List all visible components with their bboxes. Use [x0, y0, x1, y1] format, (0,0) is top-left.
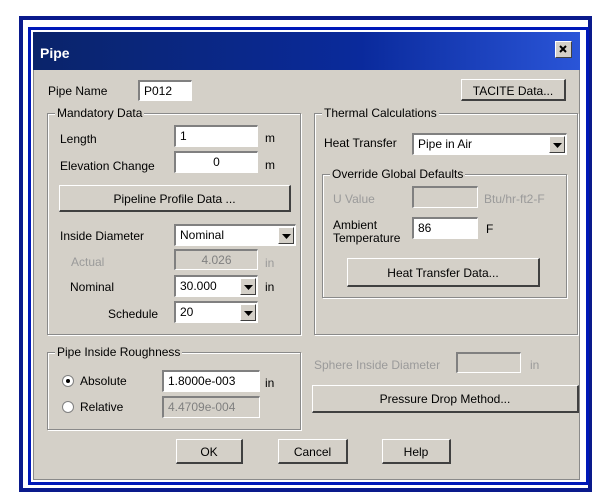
- ambient-label-line1: Ambient: [333, 218, 378, 232]
- pipe-name-label: Pipe Name: [48, 84, 108, 98]
- relative-radio[interactable]: [62, 401, 74, 413]
- pipeline-profile-label: Pipeline Profile Data ...: [113, 192, 236, 206]
- help-label: Help: [403, 445, 429, 459]
- pipeline-profile-button[interactable]: Pipeline Profile Data ...: [59, 185, 291, 212]
- tacite-data-label: TACITE Data...: [472, 84, 554, 98]
- dropdown-button[interactable]: [240, 304, 256, 321]
- actual-label: Actual: [71, 255, 105, 269]
- mandatory-data-title: Mandatory Data: [55, 106, 145, 120]
- absolute-radio[interactable]: [62, 375, 74, 387]
- elevation-label: Elevation Change: [60, 159, 155, 173]
- cancel-button[interactable]: Cancel: [278, 439, 348, 464]
- nominal-select[interactable]: 30.000: [174, 275, 258, 297]
- thermal-title: Thermal Calculations: [322, 106, 439, 120]
- help-button[interactable]: Help: [382, 439, 451, 464]
- heat-transfer-value: Pipe in Air: [418, 137, 473, 151]
- actual-input: 4.026: [174, 249, 258, 270]
- dropdown-button[interactable]: [240, 278, 256, 295]
- ambient-label-line2: Temperature: [333, 231, 401, 245]
- actual-unit: in: [265, 256, 275, 270]
- ambient-unit: F: [486, 222, 494, 236]
- elevation-input[interactable]: 0: [174, 151, 258, 173]
- schedule-value: 20: [180, 305, 194, 319]
- ambient-temperature-input[interactable]: 86: [412, 217, 478, 239]
- pressure-drop-button[interactable]: Pressure Drop Method...: [312, 385, 579, 413]
- relative-input: 4.4709e-004: [162, 396, 260, 418]
- absolute-input[interactable]: 1.8000e-003: [162, 370, 260, 392]
- nominal-unit: in: [265, 280, 275, 294]
- chevron-down-icon: [282, 234, 291, 239]
- ok-button[interactable]: OK: [176, 439, 243, 464]
- roughness-title: Pipe Inside Roughness: [55, 345, 183, 359]
- nominal-value: 30.000: [180, 279, 217, 293]
- heat-transfer-select[interactable]: Pipe in Air: [412, 133, 567, 155]
- length-unit: m: [265, 131, 275, 145]
- length-input[interactable]: 1: [174, 125, 258, 147]
- dropdown-button[interactable]: [278, 227, 294, 244]
- inside-diameter-label: Inside Diameter: [60, 229, 145, 243]
- chevron-down-icon: [244, 285, 253, 290]
- u-value-unit: Btu/hr-ft2-F: [484, 192, 545, 206]
- cancel-label: Cancel: [293, 445, 332, 459]
- nominal-label: Nominal: [70, 280, 115, 294]
- close-button[interactable]: [555, 41, 572, 58]
- absolute-label: Absolute: [80, 374, 127, 388]
- window-title: Pipe: [40, 45, 70, 61]
- relative-label: Relative: [80, 400, 124, 414]
- heat-transfer-data-label: Heat Transfer Data...: [387, 266, 499, 280]
- pressure-drop-label: Pressure Drop Method...: [379, 392, 511, 406]
- pipe-name-input[interactable]: P012: [138, 80, 192, 101]
- schedule-select[interactable]: 20: [174, 301, 258, 323]
- override-title: Override Global Defaults: [330, 167, 466, 181]
- u-value-input: [412, 186, 478, 208]
- inside-diameter-value: Nominal: [180, 228, 225, 242]
- inside-diameter-select[interactable]: Nominal: [174, 224, 296, 246]
- sphere-unit: in: [530, 358, 540, 372]
- radio-selected-dot: [66, 379, 70, 383]
- dropdown-button[interactable]: [549, 136, 565, 153]
- heat-transfer-data-button[interactable]: Heat Transfer Data...: [347, 258, 540, 287]
- chevron-down-icon: [553, 143, 562, 148]
- schedule-label: Schedule: [108, 307, 159, 321]
- ok-label: OK: [200, 445, 218, 459]
- elevation-unit: m: [265, 158, 275, 172]
- tacite-data-button[interactable]: TACITE Data...: [461, 79, 566, 101]
- sphere-input: [456, 352, 521, 373]
- close-icon: [559, 45, 567, 53]
- sphere-label: Sphere Inside Diameter: [314, 358, 441, 372]
- chevron-down-icon: [244, 311, 253, 316]
- heat-transfer-label: Heat Transfer: [324, 136, 397, 150]
- u-value-label: U Value: [333, 192, 375, 206]
- absolute-unit: in: [265, 376, 275, 390]
- length-label: Length: [60, 132, 97, 146]
- title-bar[interactable]: [33, 32, 580, 70]
